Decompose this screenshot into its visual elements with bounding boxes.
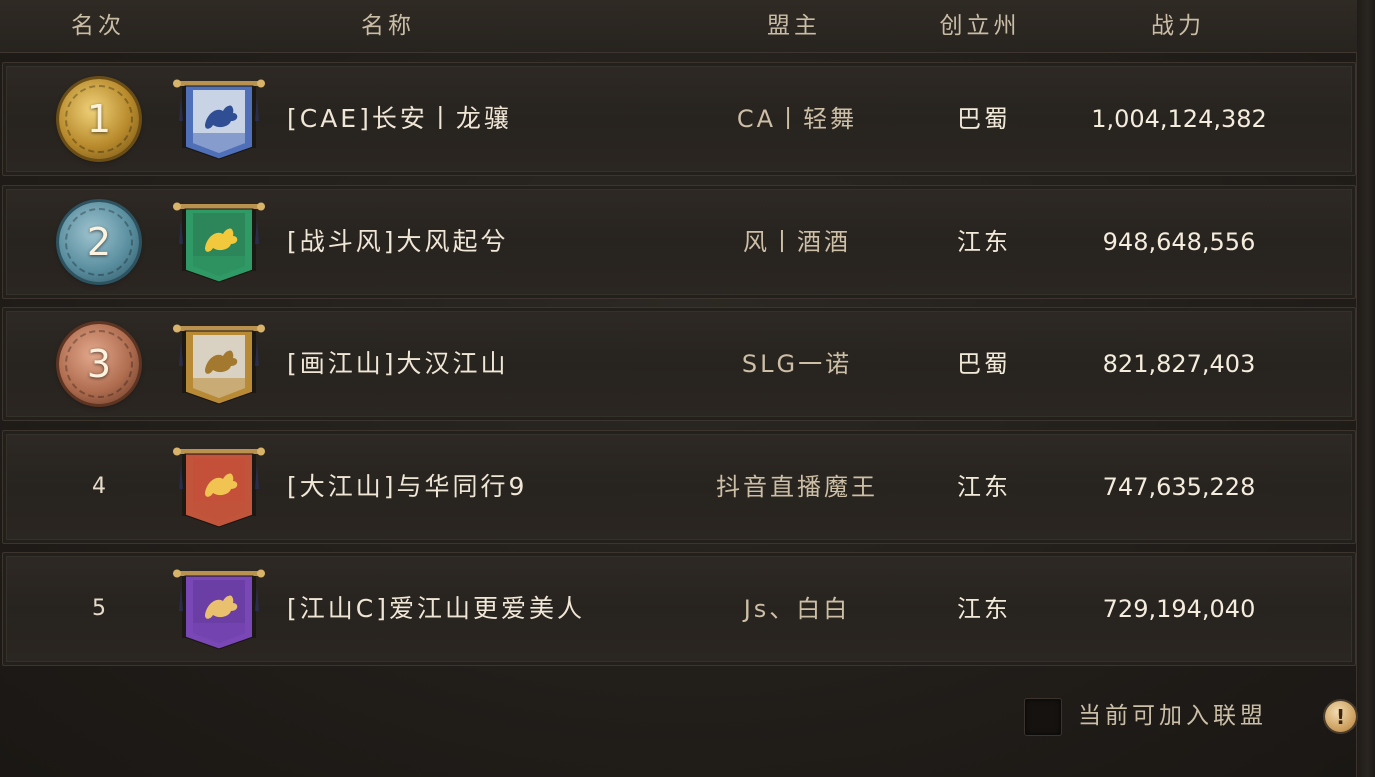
alliance-state: 巴蜀 (957, 105, 1011, 133)
alliance-state: 巴蜀 (957, 350, 1011, 378)
alliance-power: 747,635,228 (1102, 472, 1256, 501)
alliance-leader[interactable]: 风丨酒酒 (743, 186, 851, 298)
rank-number: 5 (92, 596, 106, 621)
header-state: 创立州 (939, 13, 1021, 39)
dragon-banner-icon (173, 447, 265, 528)
alliance-power: 1,004,124,382 (1091, 105, 1267, 133)
phoenix-banner-icon (173, 202, 265, 283)
dragon-banner-icon (173, 79, 265, 160)
alliance-state: 江东 (957, 227, 1011, 256)
alliance-power: 821,827,403 (1102, 350, 1256, 378)
alliance-state: 江东 (957, 472, 1011, 501)
alliance-name[interactable]: [战斗风]大风起兮 (287, 186, 509, 298)
alliance-name[interactable]: [画江山]大汉江山 (287, 308, 509, 420)
ranking-row[interactable]: 2 [战斗风]大风起兮 风丨酒酒 江东 948,648,556 (2, 184, 1356, 299)
ranking-row[interactable]: 3 [画江山]大汉江山 SLG一诺 巴蜀 821,827,403 (2, 307, 1356, 421)
alliance-leader[interactable]: CA丨轻舞 (737, 63, 857, 175)
alliance-leader[interactable]: SLG一诺 (742, 308, 852, 420)
table-header: 名次 名称 盟主 创立州 战力 (0, 0, 1357, 53)
header-power: 战力 (1151, 13, 1205, 39)
edge-decoration (1356, 0, 1375, 777)
alliance-name[interactable]: [CAE]长安丨龙骧 (287, 63, 512, 175)
ranking-row[interactable]: 5 [江山C]爱江山更爱美人 Js、白白 江东 729,194,040 (2, 552, 1356, 666)
alliance-leader[interactable]: Js、白白 (744, 553, 851, 665)
alliance-power: 948,648,556 (1102, 227, 1256, 256)
header-leader: 盟主 (767, 13, 821, 39)
ranking-row[interactable]: 4 [大江山]与华同行9 抖音直播魔王 江东 747,635,228 (2, 429, 1356, 544)
joinable-filter-label: 当前可加入联盟 (1078, 703, 1267, 729)
alliance-power: 729,194,040 (1102, 595, 1256, 623)
alliance-leader[interactable]: 抖音直播魔王 (716, 431, 878, 543)
header-rank: 名次 (71, 13, 125, 39)
rank-number: 4 (92, 473, 106, 499)
deer-banner-icon (173, 569, 265, 650)
rank-medal-icon: 2 (59, 201, 139, 282)
alliance-state: 江东 (957, 595, 1011, 623)
header-name: 名称 (361, 13, 415, 39)
alliance-name[interactable]: [大江山]与华同行9 (287, 431, 527, 543)
alliance-name[interactable]: [江山C]爱江山更爱美人 (287, 553, 585, 665)
rank-medal-icon: 3 (59, 324, 139, 404)
alliance-ranking-panel: 名次 名称 盟主 创立州 战力 1 [CAE]长安丨龙骧 CA丨轻舞 巴蜀 1,… (0, 0, 1375, 777)
rank-number: 3 (86, 342, 112, 386)
rank-number: 1 (86, 97, 112, 141)
ranking-row[interactable]: 1 [CAE]长安丨龙骧 CA丨轻舞 巴蜀 1,004,124,382 (2, 62, 1356, 176)
dragon-banner-icon (173, 324, 265, 405)
rank-number: 2 (86, 219, 112, 264)
info-icon[interactable]: ! (1325, 701, 1356, 732)
joinable-filter-checkbox[interactable] (1024, 698, 1062, 736)
rank-medal-icon: 1 (59, 79, 139, 159)
